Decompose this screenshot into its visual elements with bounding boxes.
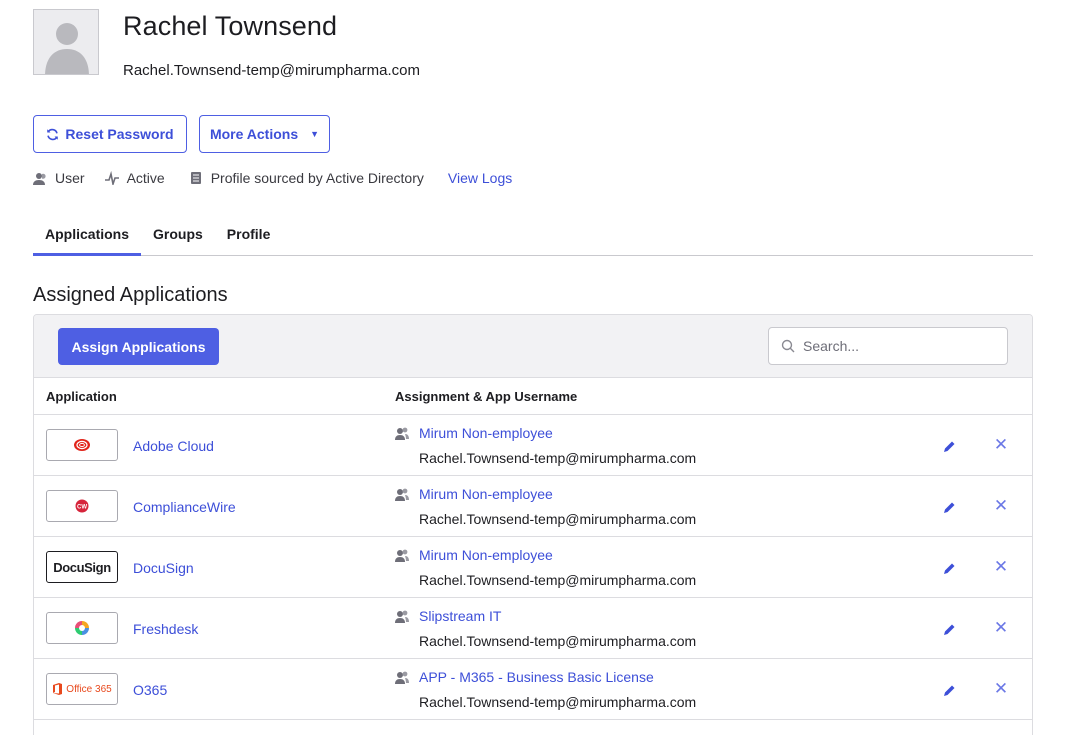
assignment-group-link[interactable]: Slipstream IT (419, 608, 501, 624)
meta-source: Profile sourced by Active Directory (189, 170, 424, 186)
directory-icon (190, 172, 201, 184)
table-row: Adobe Cloud Mirum Non-employee Rachel.To… (34, 415, 1032, 476)
refresh-icon (47, 128, 59, 140)
svg-text:CW: CW (77, 504, 87, 510)
reset-password-button[interactable]: Reset Password (33, 115, 187, 153)
caret-down-icon: ▼ (310, 129, 320, 139)
app-name-link[interactable]: Freshdesk (133, 621, 198, 637)
freshdesk-logo (46, 612, 118, 644)
remove-x-icon[interactable]: ✕ (992, 558, 1010, 576)
edit-pencil-icon[interactable] (940, 498, 958, 516)
adobe-cloud-icon (74, 439, 90, 451)
app-name-link[interactable]: O365 (133, 682, 167, 698)
table-header: Application Assignment & App Username (34, 378, 1032, 415)
app-username: Rachel.Townsend-temp@mirumpharma.com (419, 511, 697, 527)
office365-logo-text: Office 365 (66, 683, 112, 695)
app-name-link[interactable]: ComplianceWire (133, 499, 236, 515)
table-row: DocuSign DocuSign Mirum Non-employee Rac… (34, 537, 1032, 598)
view-logs-link[interactable]: View Logs (448, 170, 512, 186)
office365-logo: Office 365 (46, 673, 118, 705)
more-actions-label: More Actions (209, 126, 299, 142)
office-icon (53, 683, 63, 695)
table-row: Office 365 O365 APP - M365 - Business Ba… (34, 659, 1032, 720)
column-header-assignment: Assignment & App Username (395, 389, 578, 404)
status-label: Active (126, 170, 165, 186)
meta-status: Active (104, 170, 165, 186)
tab-applications[interactable]: Applications (33, 214, 142, 256)
reset-password-label: Reset Password (65, 126, 174, 142)
user-name: Rachel Townsend (123, 11, 338, 41)
remove-x-icon[interactable]: ✕ (992, 680, 1010, 698)
profile-tabs: Applications Groups Profile (33, 214, 1033, 256)
assignment-group-link[interactable]: Mirum Non-employee (419, 486, 553, 502)
assignment-group-link[interactable]: Mirum Non-employee (419, 425, 553, 441)
remove-x-icon[interactable]: ✕ (992, 619, 1010, 637)
remove-x-icon[interactable]: ✕ (992, 436, 1010, 454)
app-username: Rachel.Townsend-temp@mirumpharma.com (419, 450, 697, 466)
compliancewire-logo: CW (46, 490, 118, 522)
assign-applications-button[interactable]: Assign Applications (58, 328, 219, 365)
edit-pencil-icon[interactable] (940, 559, 958, 577)
activity-icon (104, 171, 119, 185)
source-label: Profile sourced by Active Directory (210, 170, 424, 186)
docusign-logo-text: DocuSign (53, 559, 111, 575)
app-username: Rachel.Townsend-temp@mirumpharma.com (419, 633, 697, 649)
assigned-applications-panel: Assign Applications Application Assignme… (33, 314, 1033, 735)
column-header-application: Application (46, 389, 117, 404)
app-name-link[interactable]: Adobe Cloud (133, 438, 214, 454)
group-icon (395, 671, 409, 684)
table-row: CW ComplianceWire Mirum Non-employee Rac… (34, 476, 1032, 537)
app-username: Rachel.Townsend-temp@mirumpharma.com (419, 694, 697, 710)
panel-toolbar: Assign Applications (34, 315, 1032, 378)
compliancewire-icon: CW (75, 499, 89, 513)
more-actions-button[interactable]: More Actions ▼ (199, 115, 330, 153)
group-icon (395, 610, 409, 623)
tab-profile[interactable]: Profile (215, 214, 283, 256)
search-box[interactable] (768, 327, 1008, 365)
docusign-logo: DocuSign (46, 551, 118, 583)
tab-groups[interactable]: Groups (141, 214, 215, 256)
group-icon (395, 549, 409, 562)
user-meta: User Active Profile sourced by Active Di… (33, 168, 512, 188)
user-avatar (33, 9, 99, 75)
freshdesk-icon (75, 621, 89, 635)
search-input[interactable] (803, 338, 983, 354)
group-icon (395, 427, 409, 440)
edit-pencil-icon[interactable] (940, 681, 958, 699)
section-title: Assigned Applications (33, 284, 228, 306)
adobe-cloud-logo (46, 429, 118, 461)
edit-pencil-icon[interactable] (940, 620, 958, 638)
remove-x-icon[interactable]: ✕ (992, 497, 1010, 515)
edit-pencil-icon[interactable] (940, 437, 958, 455)
assignment-group-link[interactable]: APP - M365 - Business Basic License (419, 669, 654, 685)
role-label: User (55, 170, 85, 186)
search-icon (781, 339, 795, 353)
meta-role: User (33, 170, 85, 186)
user-icon (33, 173, 46, 185)
avatar-silhouette-icon (34, 10, 98, 74)
assignment-group-link[interactable]: Mirum Non-employee (419, 547, 553, 563)
user-email: Rachel.Townsend-temp@mirumpharma.com (123, 62, 420, 79)
app-username: Rachel.Townsend-temp@mirumpharma.com (419, 572, 697, 588)
group-icon (395, 488, 409, 501)
app-name-link[interactable]: DocuSign (133, 560, 194, 576)
table-row: Freshdesk Slipstream IT Rachel.Townsend-… (34, 598, 1032, 659)
